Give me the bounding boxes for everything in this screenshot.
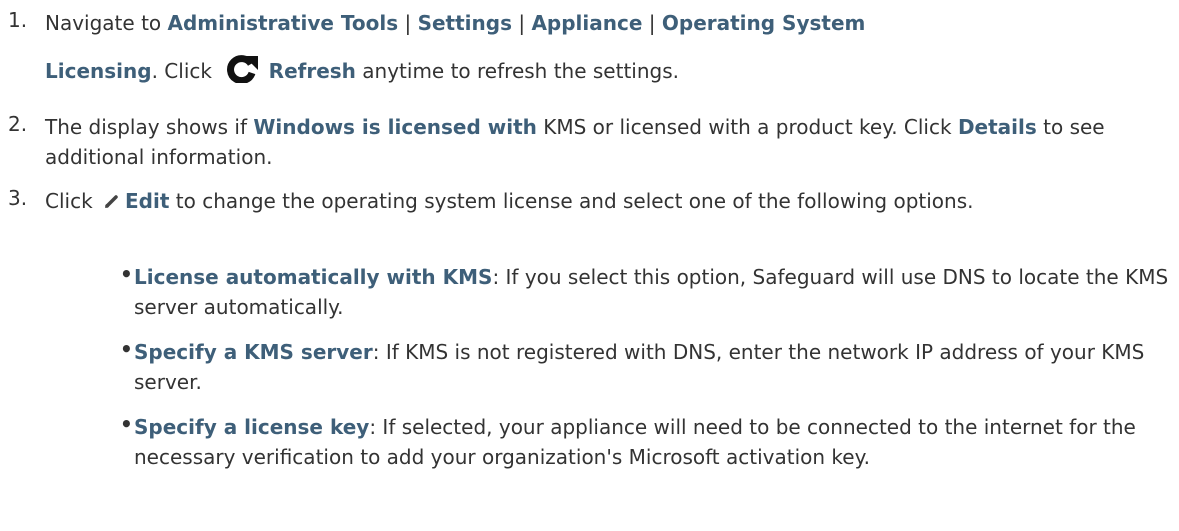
- bullet: •: [120, 262, 133, 286]
- refresh-icon: [227, 55, 259, 83]
- menu-path-settings: Settings: [417, 11, 512, 35]
- menu-path-administrative-tools: Administrative Tools: [167, 11, 399, 35]
- pencil-icon: [105, 195, 118, 208]
- bullet: •: [120, 337, 133, 361]
- path-separator: |: [398, 11, 418, 35]
- option-label: Specify a license key: [134, 415, 370, 439]
- step-1-text: Navigate to: [45, 11, 168, 35]
- menu-path-appliance: Appliance: [531, 11, 643, 35]
- step-1-text: . Click: [151, 59, 219, 83]
- step-3-text: to change the operating system license a…: [169, 189, 974, 213]
- step-1-line-1: Navigate to Administrative Tools | Setti…: [45, 8, 1170, 38]
- windows-licensed-label: Windows is licensed with: [253, 115, 537, 139]
- refresh-label: Refresh: [268, 59, 356, 83]
- step-2-text: KMS or licensed with a product key. Clic…: [536, 115, 958, 139]
- path-separator: |: [642, 11, 662, 35]
- menu-path-licensing: Licensing: [45, 59, 152, 83]
- step-1-text: anytime to refresh the settings.: [355, 59, 679, 83]
- bullet: •: [120, 412, 133, 436]
- option-label: License automatically with KMS: [134, 265, 493, 289]
- edit-label: Edit: [125, 189, 170, 213]
- option-text-block: Specify a KMS server: If KMS is not regi…: [134, 337, 1174, 397]
- path-separator: |: [511, 11, 532, 35]
- option-text-block: License automatically with KMS: If you s…: [134, 262, 1174, 322]
- step-3-number: 3.: [8, 186, 28, 210]
- step-2-text: The display shows if: [45, 115, 254, 139]
- step-3-text-block: Click Edit to change the operating syste…: [45, 186, 1170, 216]
- step-3-text: Click: [45, 189, 100, 213]
- step-1-number: 1.: [8, 8, 28, 32]
- step-2-text-block: The display shows if Windows is licensed…: [45, 112, 1170, 172]
- details-label: Details: [957, 115, 1037, 139]
- option-label: Specify a KMS server: [134, 340, 373, 364]
- menu-path-operating-system: Operating System: [661, 11, 866, 35]
- step-1-line-2: Licensing. Click Refresh anytime to refr…: [45, 53, 1170, 86]
- step-2-number: 2.: [8, 112, 28, 136]
- option-text-block: Specify a license key: If selected, your…: [134, 412, 1174, 472]
